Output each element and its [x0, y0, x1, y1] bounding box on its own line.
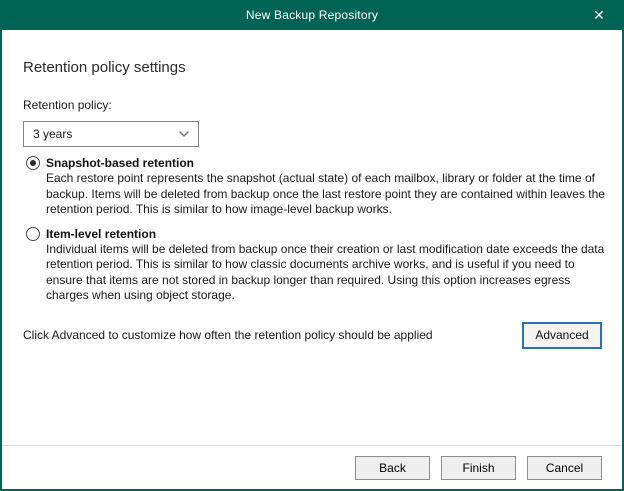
snapshot-retention-radio[interactable]	[26, 156, 40, 170]
close-icon: ✕	[593, 8, 605, 22]
snapshot-retention-description: Each restore point represents the snapsh…	[46, 171, 606, 218]
advanced-button[interactable]: Advanced	[522, 322, 602, 349]
advanced-hint-text: Click Advanced to customize how often th…	[23, 328, 433, 342]
titlebar: New Backup Repository ✕	[2, 0, 622, 30]
chevron-down-icon	[178, 130, 190, 138]
footer: Back Finish Cancel	[2, 446, 622, 489]
window-title: New Backup Repository	[246, 8, 378, 22]
cancel-button[interactable]: Cancel	[527, 456, 602, 480]
advanced-row: Click Advanced to customize how often th…	[23, 322, 602, 349]
retention-policy-value: 3 years	[33, 127, 72, 141]
snapshot-retention-option: Snapshot-based retention Each restore po…	[23, 155, 602, 218]
item-level-retention-radio[interactable]	[26, 227, 40, 241]
item-level-retention-body: Item-level retention Individual items wi…	[46, 226, 606, 304]
dialog-content: Retention policy settings Retention poli…	[2, 30, 622, 445]
new-backup-repository-dialog: New Backup Repository ✕ Retention policy…	[0, 0, 624, 491]
back-button[interactable]: Back	[355, 456, 430, 480]
snapshot-retention-label[interactable]: Snapshot-based retention	[46, 155, 606, 171]
retention-policy-label: Retention policy:	[23, 98, 602, 113]
close-button[interactable]: ✕	[576, 0, 622, 30]
item-level-retention-option: Item-level retention Individual items wi…	[23, 226, 602, 304]
item-level-retention-label[interactable]: Item-level retention	[46, 226, 606, 242]
page-title: Retention policy settings	[23, 58, 602, 78]
retention-policy-select[interactable]: 3 years	[23, 121, 199, 147]
item-level-retention-description: Individual items will be deleted from ba…	[46, 242, 606, 304]
finish-button[interactable]: Finish	[441, 456, 516, 480]
snapshot-retention-body: Snapshot-based retention Each restore po…	[46, 155, 606, 218]
